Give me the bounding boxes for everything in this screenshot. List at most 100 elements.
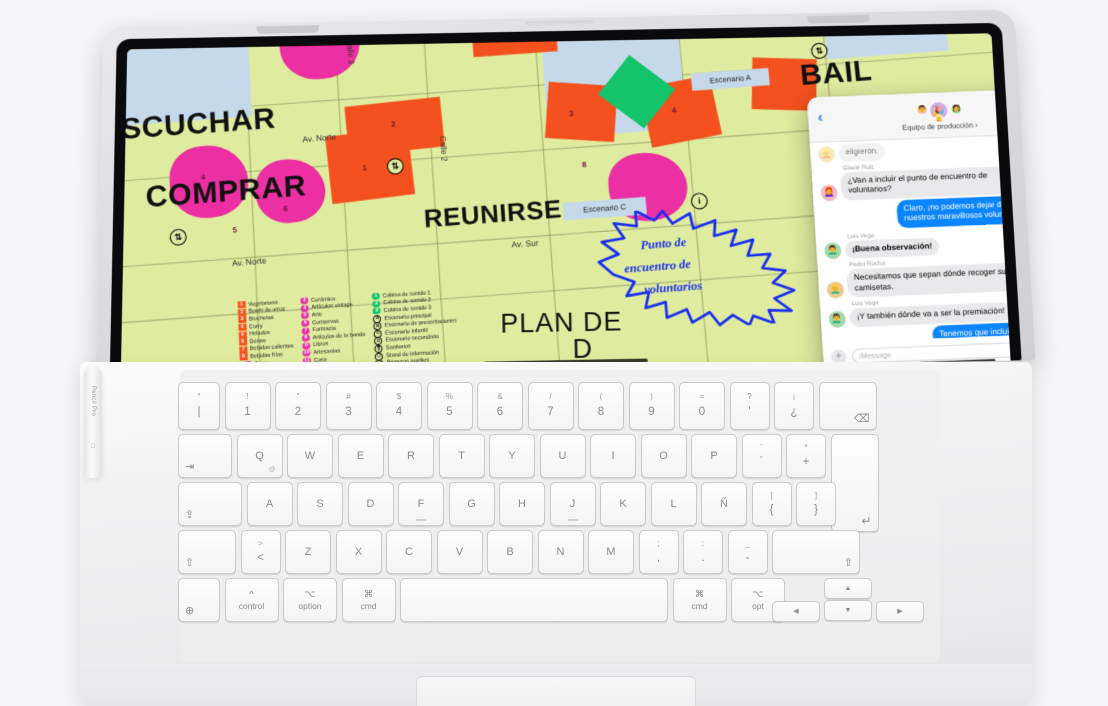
back-button[interactable]: ‹ [817,109,823,125]
key-legend: T [458,449,465,462]
message-bubble: ¡Buena observación! [844,237,940,259]
key-period[interactable]: :. [683,530,723,574]
key-caps-lock[interactable]: ⇪ [178,482,242,526]
key-apostrophe[interactable]: ? ' [729,382,770,430]
key-legend: B [506,545,514,558]
group-avatars[interactable]: 👨 🎉 👩 👱 [910,100,968,124]
key-1[interactable]: ! 1 [224,382,271,430]
key-diaeresis[interactable]: ¨ ´ [741,434,782,478]
key-2[interactable]: " 2 [275,382,321,430]
key-legend: opt [752,600,764,611]
key-hyphen[interactable]: _ - [727,530,768,574]
arrow-left-icon: ◀ [793,608,799,615]
legend-label: Curry [248,323,263,330]
key-y[interactable]: Y [489,434,535,478]
key-shift-left[interactable]: ⇧ [178,530,236,574]
key-k[interactable]: K [600,482,646,526]
key-5[interactable]: % 5 [426,382,473,430]
messages-app-window[interactable]: ‹ 👨 🎉 👩 👱 Equipo de producción › 👱 eligi… [806,87,1011,371]
key-t[interactable]: T [438,434,485,478]
map-vendor-number: 8 [581,161,587,170]
key-option[interactable]: ⌥ option [283,578,337,622]
key-i[interactable]: I [590,434,636,478]
key-m[interactable]: M [588,530,634,574]
key-less-greater[interactable]: > < [240,530,281,574]
key-bracket-right[interactable]: ]} [796,482,836,526]
key-legend: X [354,545,363,558]
key-top-legend: * [804,442,808,452]
globe-icon: ⊕ [185,605,195,617]
key-legend: L [670,497,677,510]
key-w[interactable]: W [287,434,333,478]
key-u[interactable]: U [539,434,586,478]
map-vendor-number: 2 [381,33,386,37]
key-q[interactable]: Q @ [236,434,283,478]
homing-bar [416,519,426,521]
key-z[interactable]: Z [285,530,331,574]
key-x[interactable]: X [335,530,382,574]
key-arrow-down[interactable]: ▼ [824,600,872,621]
key-e[interactable]: E [337,434,384,478]
key-4[interactable]: $4 [376,382,422,430]
key-c[interactable]: C [386,530,432,574]
key-9[interactable]: ) 9 [628,382,675,430]
key-command-right[interactable]: ⌘ cmd [672,578,727,622]
key-0[interactable]: = 0 [679,382,725,430]
key-arrow-right[interactable]: ▶ [876,601,924,622]
key-bottom-legend: 5 [446,406,453,419]
arrow-up-icon: ▲ [844,585,852,592]
key-h[interactable]: H [499,482,545,526]
key-s[interactable]: S [297,482,343,526]
key-d[interactable]: D [347,482,394,526]
key-top-legend: : [701,538,705,548]
key-o[interactable]: O [640,434,687,478]
ipad-speaker-left [256,25,319,34]
key-bottom-legend: . [701,551,705,564]
group-name-label[interactable]: Equipo de producción › [809,117,1011,136]
key-inverted-question[interactable]: ¡ ¿ [774,382,814,430]
key-command-left[interactable]: ⌘ cmd [341,578,396,622]
key-a[interactable]: A [246,482,293,526]
key-3[interactable]: #3 [325,382,372,430]
arrow-updown-cluster: ▲ ▼ [824,578,872,621]
key-space[interactable] [400,578,668,622]
key-plus[interactable]: * + [786,434,826,478]
arrow-right-cluster: ▶ [876,601,924,622]
key-arrow-left[interactable]: ◀ [772,601,820,622]
key-b[interactable]: B [487,530,533,574]
key-n[interactable]: N [537,530,584,574]
trackpad[interactable] [416,676,696,706]
key-return[interactable]: ↵ [830,434,879,532]
keyboard-row-bottom: ⊕ ^ control ⌥ option ⌘ cmd ⌘ cmd ⌥ opt [178,578,785,622]
key-v[interactable]: V [436,530,483,574]
key-legend: S [316,497,324,510]
key-globe[interactable]: ⊕ [178,578,220,622]
key-bottom-legend: , [656,551,661,564]
key-8[interactable]: (8 [578,382,624,430]
key-legend: H [518,497,526,510]
avatar: 👩 [949,103,963,115]
key-r[interactable]: R [388,434,434,478]
avatar: 👩‍🦰 [820,183,838,201]
key-f[interactable]: F [398,482,444,526]
key-comma[interactable]: ;, [638,530,679,574]
key-control[interactable]: ^ control [224,578,279,622]
key-7[interactable]: /7 [527,382,574,430]
key-j[interactable]: J [549,482,596,526]
message-thread[interactable]: 👱 eligieron. Gisele Ruiz 👩‍🦰 ¿Van a incl… [809,133,1011,344]
key-arrow-up[interactable]: ▲ [824,578,872,599]
key-l[interactable]: L [650,482,697,526]
avatar: 👨‍🦱 [823,242,842,260]
key-sub-legend: @ [268,465,276,473]
key-shift-right[interactable]: ⇧ [772,530,860,574]
key-tab[interactable]: ⇥ [178,434,232,478]
key-pipe[interactable]: ° | [178,382,220,430]
key-6[interactable]: & 6 [477,382,523,430]
key-p[interactable]: P [691,434,737,478]
key-bracket-left[interactable]: [{ [751,482,792,526]
key-g[interactable]: G [448,482,495,526]
poi-restroom-icon[interactable]: ⇅ [169,228,188,247]
apple-pencil-pro[interactable]: Pencil Pro  [84,366,102,478]
key-delete[interactable]: ⌫ [818,382,877,430]
key-enye[interactable]: Ñ [701,482,747,526]
